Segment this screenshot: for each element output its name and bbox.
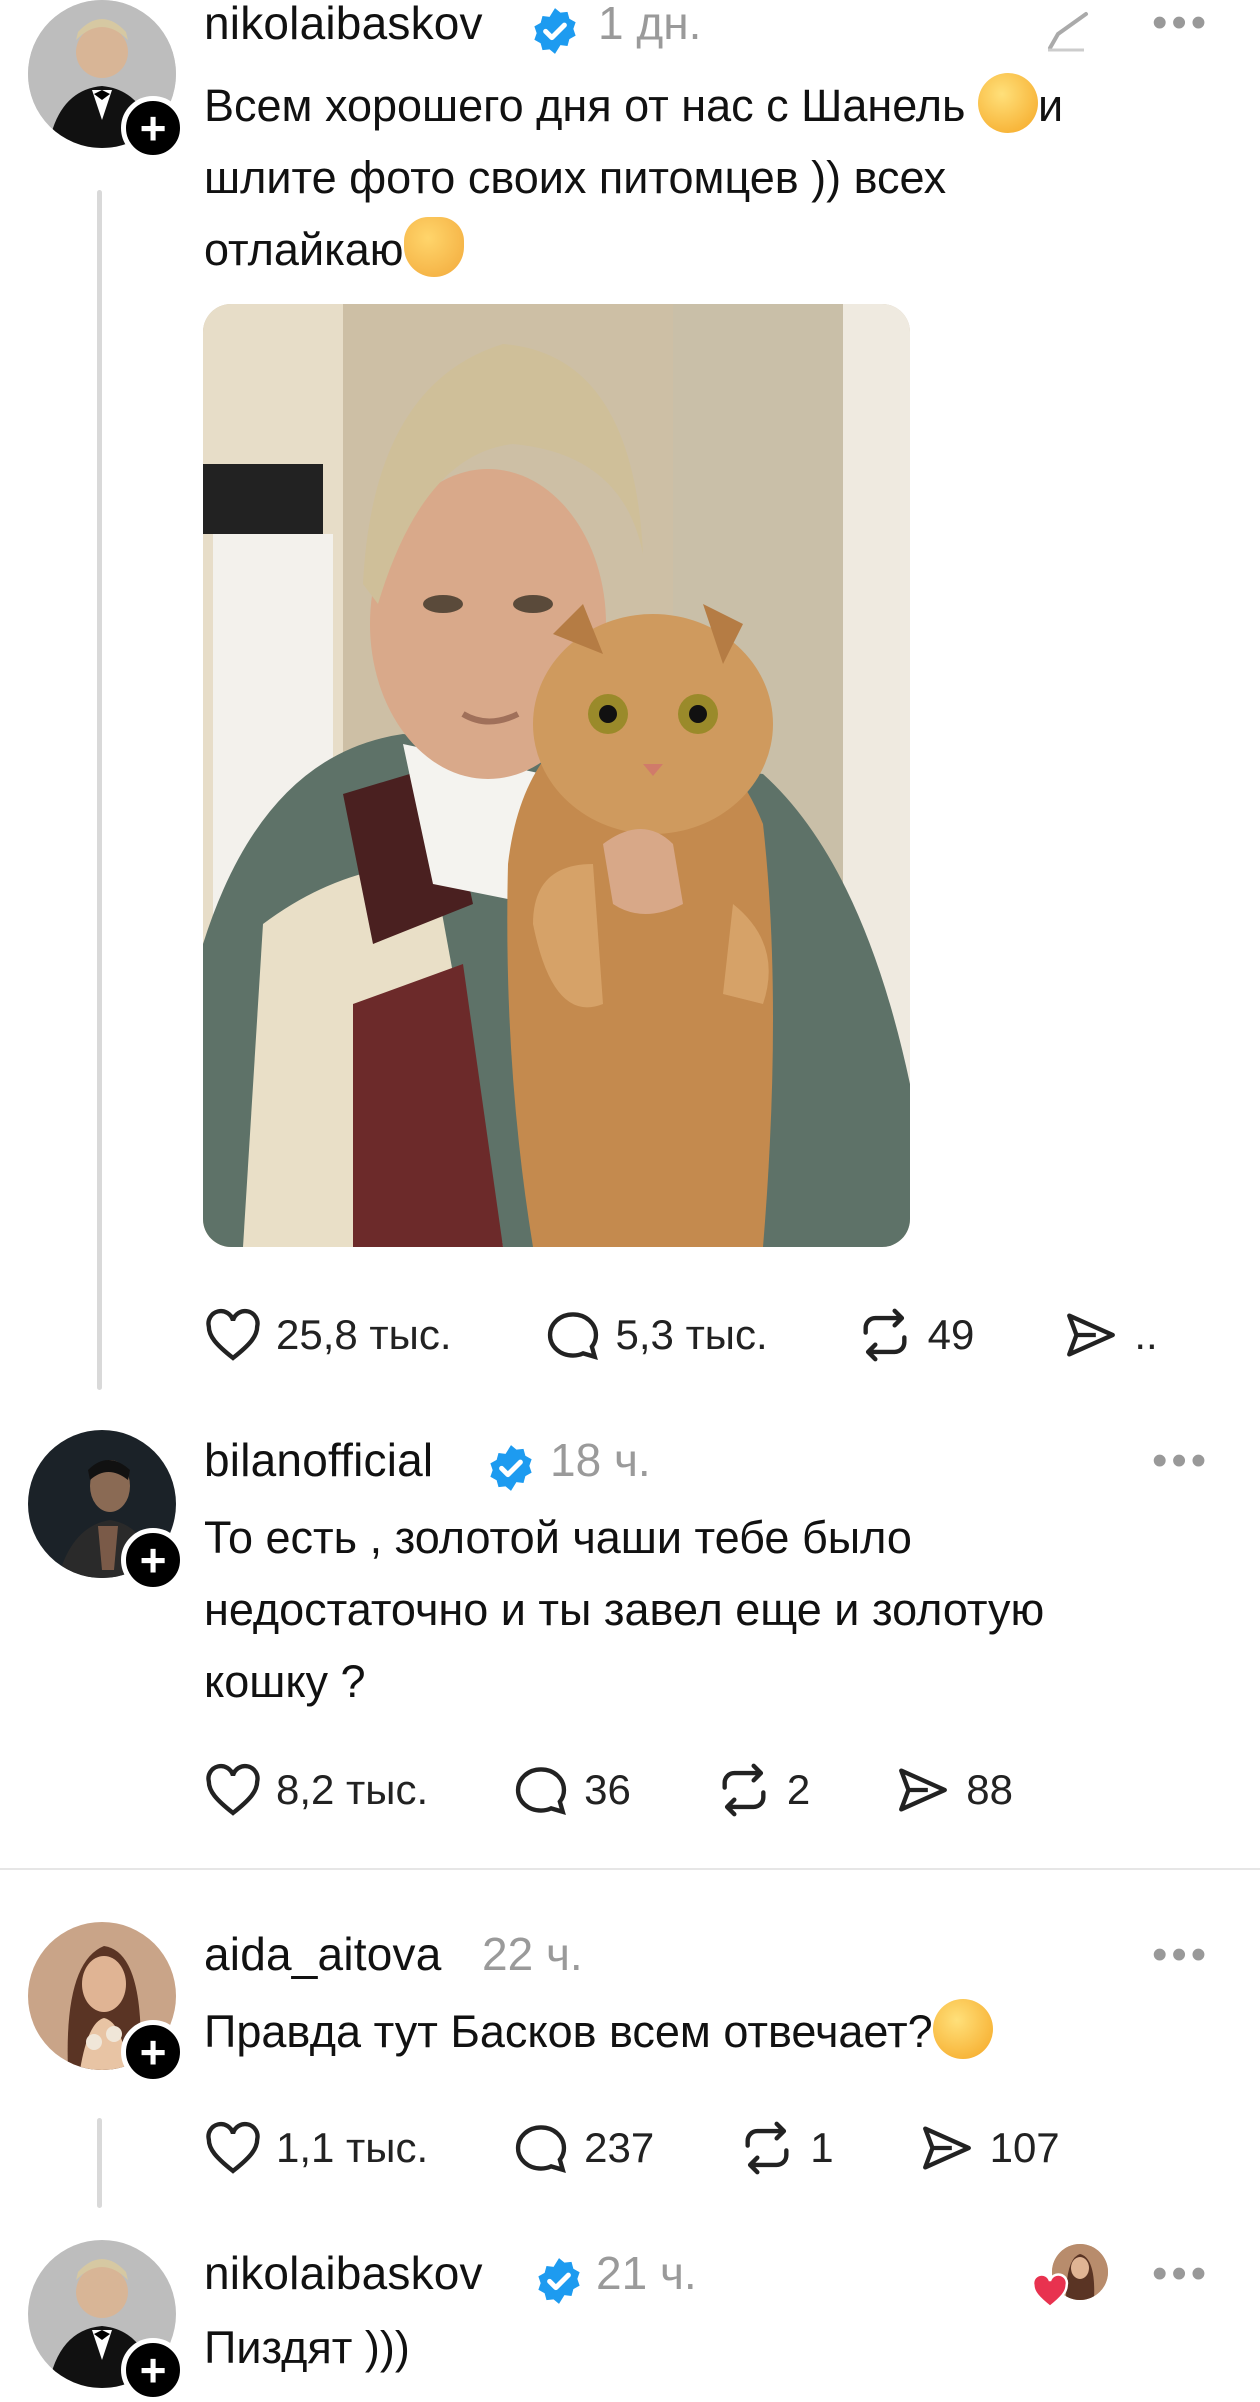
post-text: Пиздят ))) [204,2322,410,2373]
like-count: 1,1 тыс. [276,2124,429,2171]
share-icon [1067,1313,1116,1357]
post-text: То есть , золотой чаши тебе было недоста… [204,1512,1045,1707]
divider [0,1868,1260,1870]
like-button[interactable]: 1,1 тыс. [204,2121,428,2175]
thread-line [97,190,102,1390]
more-options-icon[interactable]: ••• [1152,1436,1210,1486]
heart-icon [206,2121,260,2174]
follow-plus-icon[interactable]: + [121,1528,185,1592]
share-count: .. [1134,1311,1158,1358]
more-options-icon[interactable]: ••• [1152,0,1210,48]
share-button[interactable]: 107 [918,2121,1060,2175]
reply-button[interactable]: 5,3 тыс. [544,1308,768,1362]
username[interactable]: nikolaibaskov [204,2246,483,2300]
post-actions: 8,2 тыс. 36 2 88 [204,1755,1013,1825]
like-button[interactable]: 25,8 тыс. [204,1308,452,1362]
reply-icon [516,2125,567,2173]
repost-count: 49 [927,1311,975,1358]
edit-icon[interactable] [1044,10,1098,54]
more-options-icon[interactable]: ••• [1152,1930,1210,1980]
like-button[interactable]: 8,2 тыс. [204,1763,428,1817]
post-actions: 25,8 тыс. 5,3 тыс. 49 .. [204,1300,1158,1370]
share-button[interactable]: .. [1062,1308,1158,1362]
reply-button[interactable]: 237 [512,2121,654,2175]
reply-icon [547,1312,598,1360]
share-icon [922,2126,971,2170]
post-time: 18 ч. [550,1434,651,1486]
like-count: 25,8 тыс. [276,1311,452,1358]
grinning-emoji-icon [932,1999,993,2059]
reply-count: 5,3 тыс. [615,1311,768,1358]
like-count: 8,2 тыс. [276,1766,429,1813]
verified-badge-icon [490,1445,532,1491]
username[interactable]: aida_aitova [204,1927,442,1981]
heart-icon [206,1308,260,1361]
reply-button[interactable]: 36 [512,1763,631,1817]
repost-icon [863,1308,907,1362]
repost-button[interactable]: 49 [856,1308,975,1362]
username[interactable]: nikolaibaskov [204,0,483,50]
more-options-icon[interactable]: ••• [1152,2249,1210,2299]
post-photo[interactable] [203,304,910,1247]
repost-count: 2 [786,1766,811,1813]
share-button[interactable]: 88 [894,1763,1013,1817]
photo-man-with-cat [203,304,910,1247]
heart-filled-icon [1031,2273,1069,2309]
share-count: 88 [966,1766,1013,1813]
post-time: 22 ч. [482,1928,583,1980]
share-count: 107 [989,2124,1060,2171]
repost-button[interactable]: 1 [738,2121,834,2175]
post-time: 1 дн. [598,0,702,49]
username[interactable]: bilanofficial [204,1433,433,1487]
repost-icon [745,2121,789,2175]
post-text: Всем хорошего дня от нас с Шанель и шлит… [204,70,1204,286]
repost-icon [722,1763,766,1817]
reply-count: 36 [584,1766,631,1813]
kiss-emoji-icon [978,73,1039,133]
verified-badge-icon [538,2258,580,2304]
post-time: 21 ч. [596,2247,697,2299]
heart-icon [206,1763,260,1816]
thread-line [97,2118,102,2208]
repost-count: 1 [810,2124,834,2171]
follow-plus-icon[interactable]: + [121,96,185,160]
share-icon [899,1768,948,1812]
follow-plus-icon[interactable]: + [121,2338,185,2402]
repost-button[interactable]: 2 [715,1763,810,1817]
post-actions: 1,1 тыс. 237 1 107 [204,2113,1060,2183]
follow-plus-icon[interactable]: + [121,2020,185,2084]
reply-count: 237 [584,2124,655,2171]
reply-icon [516,1767,567,1815]
ok-hand-emoji-icon [403,217,464,277]
post-text: Правда тут Басков всем отвечает? [204,1996,1224,2068]
verified-badge-icon [534,8,576,54]
